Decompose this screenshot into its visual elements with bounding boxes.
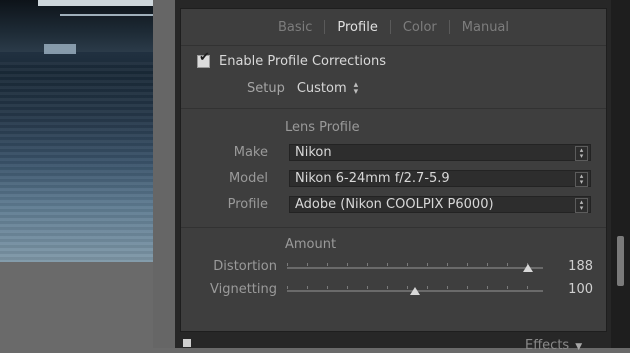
tab-bar: Basic Profile Color Manual — [181, 9, 606, 45]
lens-corrections-panel: Basic Profile Color Manual ✔ Enable Prof… — [180, 8, 607, 332]
panel-switch-icon[interactable] — [183, 339, 191, 347]
make-value: Nikon — [295, 144, 332, 160]
profile-label: Profile — [227, 196, 268, 212]
up-down-icon[interactable]: ▴ ▾ — [354, 80, 359, 96]
distortion-row: Distortion 188 — [181, 259, 606, 277]
building-silhouette — [0, 0, 153, 52]
vignetting-slider-thumb[interactable] — [410, 287, 420, 295]
profile-row: Profile Adobe (Nikon COOLPIX P6000) ▴ ▾ — [181, 195, 606, 213]
tab-color[interactable]: Color — [391, 20, 449, 35]
setup-label: Setup — [247, 81, 285, 96]
up-down-icon: ▴ ▾ — [575, 145, 588, 161]
distortion-value[interactable]: 188 — [541, 259, 593, 274]
vignetting-row: Vignetting 100 — [181, 282, 606, 300]
building-window — [44, 44, 76, 54]
make-label: Make — [233, 144, 268, 160]
tab-basic[interactable]: Basic — [266, 20, 324, 35]
distortion-label: Distortion — [213, 259, 277, 274]
slider-ticks — [287, 263, 543, 266]
divider — [181, 108, 606, 109]
make-select[interactable]: Nikon ▴ ▾ — [289, 143, 591, 161]
tab-manual[interactable]: Manual — [450, 20, 521, 35]
setup-row: Setup Custom ▴ ▾ — [247, 80, 359, 96]
distortion-slider[interactable] — [287, 267, 543, 269]
profile-value: Adobe (Nikon COOLPIX P6000) — [295, 196, 494, 212]
effects-panel-header[interactable]: Effects ▼ — [525, 338, 582, 353]
up-down-icon: ▴ ▾ — [575, 197, 588, 213]
setup-dropdown[interactable]: Custom — [297, 81, 347, 96]
water-reflection — [0, 62, 153, 262]
vignetting-label: Vignetting — [209, 282, 277, 297]
enable-corrections-label: Enable Profile Corrections — [219, 54, 386, 69]
vignetting-value[interactable]: 100 — [541, 282, 593, 297]
panel-scrollbar[interactable] — [611, 0, 630, 348]
divider — [181, 227, 606, 228]
enable-corrections-checkbox[interactable]: ✔ — [197, 51, 210, 68]
checkmark-icon: ✔ — [199, 50, 210, 65]
model-label: Model — [228, 170, 268, 186]
building-roof — [38, 0, 153, 6]
model-row: Model Nikon 6-24mm f/2.7-5.9 ▴ ▾ — [181, 169, 606, 187]
tab-profile[interactable]: Profile — [325, 20, 389, 35]
amount-heading: Amount — [285, 237, 337, 252]
triangle-down-icon: ▼ — [575, 342, 583, 352]
panel-footer: Effects ▼ — [175, 333, 611, 353]
effects-label: Effects — [525, 338, 570, 353]
building-rail — [60, 14, 153, 16]
develop-panel: Basic Profile Color Manual ✔ Enable Prof… — [175, 0, 630, 353]
profile-select[interactable]: Adobe (Nikon COOLPIX P6000) ▴ ▾ — [289, 195, 591, 213]
distortion-slider-thumb[interactable] — [522, 264, 533, 272]
lens-profile-heading: Lens Profile — [285, 120, 360, 135]
divider — [181, 45, 606, 46]
make-row: Make Nikon ▴ ▾ — [181, 143, 606, 161]
model-select[interactable]: Nikon 6-24mm f/2.7-5.9 ▴ ▾ — [289, 169, 591, 187]
photo-preview — [0, 0, 153, 262]
scrollbar-thumb[interactable] — [617, 236, 624, 286]
up-down-icon: ▴ ▾ — [575, 171, 588, 187]
model-value: Nikon 6-24mm f/2.7-5.9 — [295, 170, 450, 186]
canvas-margin — [153, 0, 175, 348]
enable-profile-corrections-row[interactable]: ✔ Enable Profile Corrections — [197, 51, 386, 69]
